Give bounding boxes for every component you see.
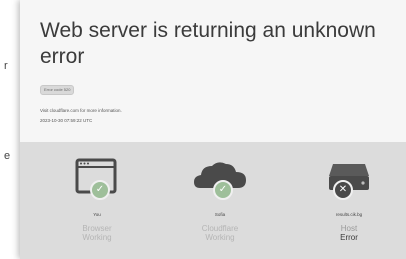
node-location: You — [93, 212, 101, 217]
status-band: ✓ You Browser Working ✓ Sofia Cloudflare… — [20, 142, 406, 259]
browser-icon: ✓ — [67, 156, 127, 202]
node-host: ✕ results.cik.bg Host Error — [294, 142, 404, 243]
info-line: Visit cloudflare.com for more informatio… — [40, 108, 122, 113]
node-status: Working — [82, 233, 112, 242]
node-status: Error — [340, 233, 358, 242]
check-icon: ✓ — [213, 180, 233, 200]
error-card: Web server is returning an unknown error… — [20, 0, 406, 259]
timestamp: 2023-10-30 07:59:22 UTC — [40, 118, 93, 123]
page-title: Web server is returning an unknown error — [40, 19, 376, 68]
check-icon: ✓ — [90, 180, 110, 200]
cloud-icon: ✓ — [190, 156, 250, 202]
node-location: results.cik.bg — [335, 212, 363, 217]
server-icon: ✕ — [319, 156, 379, 202]
node-browser: ✓ You Browser Working — [42, 142, 152, 243]
node-status: Working — [205, 233, 235, 242]
node-label: Cloudflare — [201, 224, 239, 233]
node-cloudflare: ✓ Sofia Cloudflare Working — [165, 142, 275, 243]
outer-page-text: e — [4, 150, 11, 162]
error-code-badge: Error code 520 — [40, 85, 75, 95]
outer-page-text: r — [4, 60, 8, 72]
node-location: Sofia — [214, 212, 226, 217]
node-label: Browser — [82, 224, 112, 233]
error-x-icon: ✕ — [333, 180, 353, 200]
node-label: Host — [340, 224, 358, 233]
